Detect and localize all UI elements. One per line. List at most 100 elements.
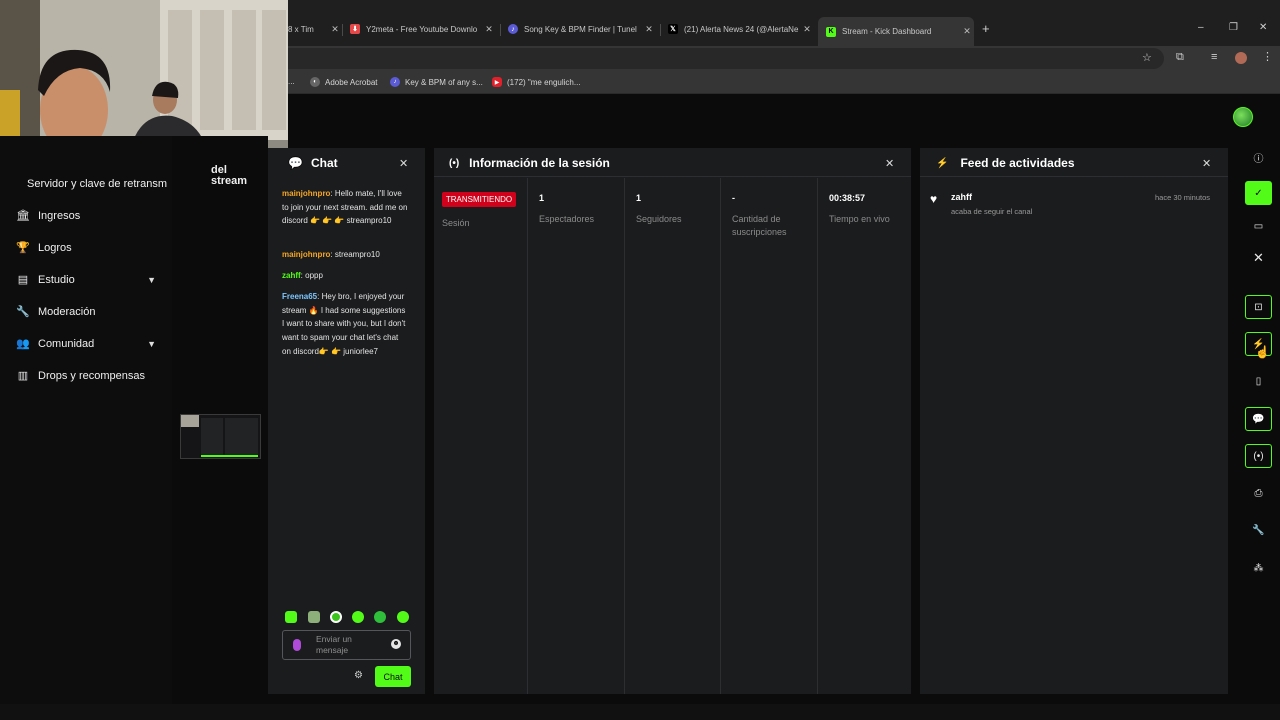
chat-send-button[interactable]: Chat bbox=[375, 666, 411, 687]
session-close-button[interactable]: ✕ bbox=[885, 157, 894, 170]
emoji-icon[interactable]: ☻ bbox=[391, 639, 401, 649]
broadcast-icon: (•) bbox=[449, 157, 460, 169]
emote-icon[interactable] bbox=[397, 611, 409, 623]
activity-panel-title: Feed de actividades bbox=[960, 156, 1075, 170]
profile-avatar[interactable] bbox=[1235, 52, 1247, 64]
browser-tab[interactable]: ♪ Song Key & BPM Finder | Tunel ✕ bbox=[508, 18, 656, 40]
bank-icon: 🏛 bbox=[16, 210, 30, 222]
chevron-down-icon[interactable]: ▼ bbox=[147, 339, 156, 349]
emote-icon[interactable] bbox=[330, 611, 342, 623]
emote-icon[interactable] bbox=[352, 611, 364, 623]
chat-toggle-icon[interactable]: 💬 bbox=[1245, 407, 1272, 431]
mouse-cursor-icon: ☝ bbox=[1255, 345, 1270, 359]
browser-tab[interactable]: 8 x Tim ✕ bbox=[288, 18, 342, 40]
activity-username[interactable]: zahff bbox=[951, 192, 972, 202]
chat-bubble-icon: 💬 bbox=[288, 156, 303, 170]
wrench-tool-icon[interactable]: 🔧 bbox=[1245, 518, 1272, 542]
stat-label: Espectadores bbox=[539, 214, 595, 224]
chat-settings-icon[interactable]: ⚙ bbox=[354, 670, 363, 681]
tab-close-icon[interactable]: ✕ bbox=[960, 26, 974, 37]
sidebar-item-estudio[interactable]: ▤ Estudio ▼ bbox=[16, 273, 156, 287]
menu-icon[interactable]: ⋮ bbox=[1262, 50, 1273, 63]
browser-tab-active[interactable]: K Stream - Kick Dashboard ✕ bbox=[818, 17, 974, 46]
info-icon[interactable]: ⓘ bbox=[1245, 145, 1272, 169]
stat-subscriptions: - Cantidad de suscripciones bbox=[720, 178, 817, 694]
chat-username[interactable]: mainjohnpro bbox=[282, 250, 330, 259]
session-panel-header: (•) Información de la sesión bbox=[449, 156, 610, 170]
browser-tab[interactable]: ⬇ Y2meta - Free Youtube Downlo ✕ bbox=[350, 18, 496, 40]
chat-input[interactable]: Enviar un mensaje ☻ bbox=[282, 630, 411, 660]
media-control-icon[interactable]: ≡ bbox=[1211, 51, 1217, 63]
studio-icon: ▤ bbox=[17, 274, 29, 286]
printer-icon[interactable]: ⎙ bbox=[1245, 481, 1272, 505]
chat-username[interactable]: mainjohnpro bbox=[282, 189, 330, 198]
stat-followers: 1 Seguidores bbox=[624, 178, 721, 694]
focus-icon[interactable]: ⊡ bbox=[1245, 295, 1272, 319]
bookmark-star-icon[interactable]: ☆ bbox=[1142, 51, 1152, 64]
close-icon[interactable]: ✕ bbox=[1245, 246, 1272, 270]
tab-title: 8 x Tim bbox=[288, 24, 314, 34]
sidebar-item-stream-key[interactable]: Servidor y clave de retransm bbox=[27, 178, 172, 190]
minimize-button[interactable]: – bbox=[1198, 22, 1204, 33]
microphone-icon[interactable] bbox=[293, 639, 301, 651]
notes-icon[interactable]: ▯ bbox=[1245, 369, 1272, 393]
chat-username[interactable]: Freena65 bbox=[282, 292, 317, 301]
wrench-icon: 🔧 bbox=[16, 306, 30, 318]
sidebar-item-drops[interactable]: ▥ Drops y recompensas bbox=[16, 369, 156, 383]
broadcast-toggle-icon[interactable]: (•) bbox=[1245, 444, 1272, 468]
chat-message: mainjohnpro: streampro10 bbox=[282, 248, 408, 262]
activity-close-button[interactable]: ✕ bbox=[1202, 157, 1211, 170]
people-icon: 👥 bbox=[16, 338, 30, 350]
x-favicon-icon: 𝕏 bbox=[668, 24, 678, 34]
tab-title: Y2meta - Free Youtube Downlo bbox=[366, 24, 478, 34]
chat-message: zahff: oppp bbox=[282, 269, 408, 283]
tab-close-icon[interactable]: ✕ bbox=[482, 24, 496, 35]
heart-icon: ♥ bbox=[930, 192, 938, 206]
window-close-button[interactable]: ✕ bbox=[1259, 22, 1267, 33]
emote-icon[interactable] bbox=[374, 611, 386, 623]
bookmark-item[interactable]: ♪ Key & BPM of any s... bbox=[390, 77, 483, 87]
tab-title: Song Key & BPM Finder | Tunel bbox=[524, 24, 637, 34]
share-icon[interactable]: ⁂ bbox=[1245, 556, 1272, 580]
sidebar-item-ingresos[interactable]: 🏛 Ingresos bbox=[16, 209, 156, 223]
activity-panel-header: ⚡ Feed de actividades bbox=[936, 156, 1075, 170]
drops-icon: ▥ bbox=[17, 370, 29, 382]
bookmark-item[interactable]: ◐ Adobe Acrobat bbox=[310, 77, 377, 87]
chat-text: : streampro10 bbox=[330, 250, 380, 259]
sidebar-item-comunidad[interactable]: 👥 Comunidad ▼ bbox=[16, 337, 156, 351]
emote-icon[interactable] bbox=[308, 611, 320, 623]
stream-thumbnail-image bbox=[181, 415, 260, 458]
bookmark-label: (172) "me engulich... bbox=[507, 77, 581, 87]
layout-icon[interactable]: ▭ bbox=[1245, 214, 1272, 238]
tab-close-icon[interactable]: ✕ bbox=[800, 24, 814, 35]
sidebar-item-moderacion[interactable]: 🔧 Moderación bbox=[16, 305, 156, 319]
user-avatar[interactable] bbox=[1233, 107, 1253, 127]
extensions-icon[interactable]: ⧉ bbox=[1176, 51, 1184, 64]
chat-panel-title: Chat bbox=[310, 156, 338, 170]
lightning-icon: ⚡ bbox=[936, 157, 949, 169]
live-status-badge: TRANSMITIENDO bbox=[442, 192, 516, 207]
youtube-icon: ▶ bbox=[492, 77, 502, 87]
activity-time: hace 30 minutos bbox=[1155, 193, 1211, 202]
new-tab-button[interactable]: + bbox=[982, 21, 990, 36]
tab-separator bbox=[660, 24, 661, 36]
chevron-down-icon[interactable]: ▼ bbox=[147, 275, 156, 285]
chat-username[interactable]: zahff bbox=[282, 271, 301, 280]
restore-button[interactable]: ❐ bbox=[1229, 22, 1238, 33]
bookmark-overflow[interactable]: ... bbox=[288, 77, 295, 86]
sidebar-item-label: Drops y recompensas bbox=[38, 369, 145, 382]
bookmark-label: Key & BPM of any s... bbox=[405, 77, 483, 87]
tab-close-icon[interactable]: ✕ bbox=[328, 24, 342, 35]
session-divider bbox=[434, 176, 911, 177]
emote-icon[interactable] bbox=[285, 611, 297, 623]
checkmark-icon[interactable]: ✓ bbox=[1245, 181, 1272, 205]
chat-panel-header: 💬 Chat bbox=[288, 156, 338, 170]
bookmark-item[interactable]: ▶ (172) "me engulich... bbox=[492, 77, 581, 87]
stat-value: 1 bbox=[539, 193, 545, 203]
browser-tab[interactable]: 𝕏 (21) Alerta News 24 (@AlertaNe ✕ bbox=[668, 18, 814, 40]
stream-thumbnail[interactable] bbox=[180, 414, 261, 459]
chat-close-button[interactable]: ✕ bbox=[399, 157, 408, 170]
tab-separator bbox=[500, 24, 501, 36]
sidebar-item-logros[interactable]: 🏆 Logros bbox=[16, 241, 156, 255]
tab-close-icon[interactable]: ✕ bbox=[642, 24, 656, 35]
